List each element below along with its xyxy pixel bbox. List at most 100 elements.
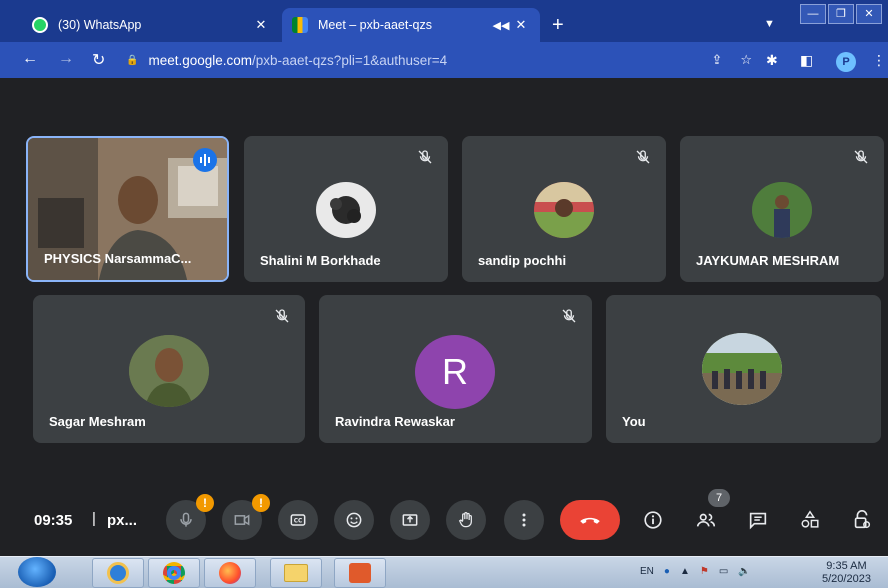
taskbar-ie[interactable] <box>92 558 144 588</box>
share-icon[interactable]: ⇪ <box>711 52 722 68</box>
language-indicator[interactable]: EN <box>640 566 654 577</box>
participant-name: Sagar Meshram <box>49 414 146 429</box>
raise-hand-button[interactable] <box>446 500 486 540</box>
mic-warning-badge: ! <box>196 494 214 512</box>
more-options-button[interactable] <box>504 500 544 540</box>
system-date: 5/20/2023 <box>822 573 871 585</box>
speaking-indicator-icon <box>193 148 217 172</box>
firefox-icon <box>219 562 241 584</box>
action-center-flag-icon[interactable]: ⚑ <box>700 566 709 577</box>
hang-up-icon <box>580 517 600 524</box>
mic-off-icon <box>636 150 650 164</box>
forward-arrow-icon[interactable]: → <box>58 50 74 68</box>
system-clock[interactable]: 9:35 AM 5/20/2023 <box>822 560 871 586</box>
tab-title: (30) WhatsApp <box>58 18 142 32</box>
tab-search-icon[interactable]: ▼ <box>764 18 775 30</box>
participant-name: Shalini M Borkhade <box>260 253 381 268</box>
participant-tile[interactable]: Shalini M Borkhade <box>244 136 448 282</box>
windows-start-button[interactable] <box>18 557 56 587</box>
participant-tile[interactable]: Sagar Meshram <box>33 295 305 443</box>
folder-icon <box>284 564 308 582</box>
present-screen-icon <box>402 514 418 526</box>
captions-button[interactable]: CC <box>278 500 318 540</box>
bookmark-star-icon[interactable]: ☆ <box>740 52 752 68</box>
taskbar-explorer[interactable] <box>270 558 322 588</box>
participant-avatar <box>534 182 594 238</box>
participant-tile[interactable]: sandip pochhi <box>462 136 666 282</box>
reload-icon[interactable]: ↻ <box>92 50 105 70</box>
tab-title: Meet – pxb-aaet-qzs <box>318 18 432 32</box>
network-icon[interactable]: ▭ <box>719 566 728 577</box>
participant-tile[interactable]: You <box>606 295 881 443</box>
close-tab-icon[interactable]: ✕ <box>512 17 530 33</box>
show-hidden-icons-icon[interactable]: ▲ <box>680 566 690 577</box>
taskbar-app[interactable] <box>334 558 386 588</box>
side-panel-icon[interactable]: ◧ <box>800 52 813 69</box>
url-bar[interactable]: 🔒 meet.google.com /pxb-aaet-qzs?pli=1&au… <box>118 48 758 72</box>
tab-meet[interactable]: Meet – pxb-aaet-qzs ◀◀ ✕ <box>282 8 540 42</box>
new-tab-button[interactable]: + <box>552 15 564 35</box>
people-count-badge: 7 <box>708 489 730 507</box>
chat-button[interactable] <box>746 508 770 532</box>
camera-icon <box>234 514 250 526</box>
participant-name: JAYKUMAR MESHRAM <box>696 253 840 268</box>
lock-icon[interactable]: 🔒 <box>126 55 138 66</box>
participant-name: sandip pochhi <box>478 253 567 268</box>
meeting-details-button[interactable] <box>641 508 665 532</box>
app-icon <box>349 563 371 583</box>
more-vert-icon <box>522 513 526 527</box>
participant-initial-avatar: R <box>415 335 495 409</box>
present-button[interactable] <box>390 500 430 540</box>
participant-tile[interactable]: JAYKUMAR MESHRAM <box>680 136 884 282</box>
taskbar-firefox[interactable] <box>204 558 256 588</box>
participant-avatar <box>316 182 376 238</box>
mic-off-icon <box>275 309 289 323</box>
restore-button[interactable]: ❐ <box>828 4 854 24</box>
lock-person-icon <box>854 510 871 529</box>
extensions-puzzle-icon[interactable]: ✱ <box>766 52 778 69</box>
host-controls-button[interactable] <box>850 508 874 532</box>
browser-menu-icon[interactable]: ⋮ <box>872 52 886 69</box>
mic-off-icon <box>854 150 868 164</box>
address-toolbar: ← → ↻ 🔒 meet.google.com /pxb-aaet-qzs?pl… <box>0 42 888 78</box>
system-tray: EN ● ▲ ⚑ ▭ 🔈 <box>640 566 751 577</box>
meeting-code[interactable]: px... <box>107 512 137 529</box>
separator: | <box>92 510 96 527</box>
close-window-button[interactable]: ✕ <box>856 4 882 24</box>
chrome-icon <box>163 562 185 584</box>
emoji-icon <box>346 512 362 528</box>
participant-tile[interactable]: PHYSICS NarsammaC... <box>26 136 229 282</box>
participant-avatar <box>702 333 782 405</box>
mic-button[interactable]: ! <box>166 494 214 540</box>
activities-button[interactable] <box>798 508 822 532</box>
activities-shapes-icon <box>801 510 819 528</box>
help-icon[interactable]: ● <box>664 566 670 577</box>
participant-name: PHYSICS NarsammaC... <box>44 251 192 266</box>
chat-icon <box>749 512 767 530</box>
participant-tile[interactable]: R Ravindra Rewaskar <box>319 295 592 443</box>
reactions-button[interactable] <box>334 500 374 540</box>
minimize-button[interactable]: — <box>800 4 826 24</box>
people-button[interactable] <box>694 508 718 532</box>
people-icon <box>696 513 716 527</box>
taskbar-chrome[interactable] <box>148 558 200 588</box>
close-tab-icon[interactable]: ✕ <box>252 17 270 33</box>
profile-avatar[interactable]: P <box>836 52 856 72</box>
info-icon <box>644 511 662 529</box>
volume-icon[interactable]: 🔈 <box>738 566 750 577</box>
hand-icon <box>458 512 472 528</box>
closed-captions-icon: CC <box>290 514 306 526</box>
mic-off-icon <box>418 150 432 164</box>
participant-name: You <box>622 414 646 429</box>
tab-whatsapp[interactable]: (30) WhatsApp ✕ <box>22 8 280 42</box>
leave-call-button[interactable] <box>560 500 620 540</box>
participant-avatar <box>752 182 812 238</box>
whatsapp-icon <box>32 17 48 33</box>
camera-button[interactable]: ! <box>222 494 270 540</box>
back-arrow-icon[interactable]: ← <box>22 50 38 68</box>
audio-playing-icon[interactable]: ◀◀ <box>490 19 512 32</box>
url-path: /pxb-aaet-qzs?pli=1&authuser=4 <box>252 52 448 68</box>
mic-off-icon <box>562 309 576 323</box>
mic-icon <box>180 512 192 527</box>
url-host: meet.google.com <box>148 52 253 68</box>
